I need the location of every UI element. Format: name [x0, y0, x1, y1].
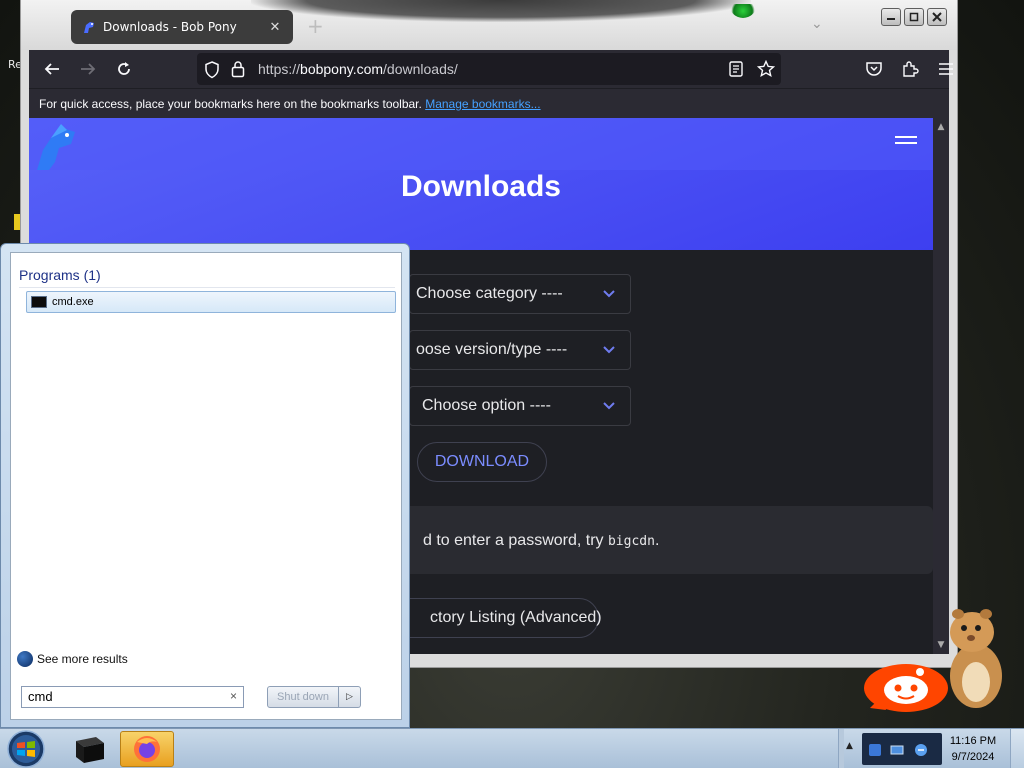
taskbar-terminal-button[interactable] — [62, 731, 116, 767]
list-all-tabs-icon[interactable]: ⌄ — [811, 16, 823, 32]
download-button[interactable]: DOWNLOAD — [417, 442, 547, 482]
bookmark-star-icon[interactable] — [757, 60, 775, 78]
option-select[interactable]: Choose option ---- — [409, 386, 631, 426]
tracking-protection-shield-icon[interactable] — [204, 61, 220, 79]
site-navbar — [29, 118, 933, 170]
scroll-up-icon[interactable]: ▲ — [936, 122, 946, 132]
close-window-button[interactable] — [927, 8, 947, 26]
firefox-icon — [134, 736, 160, 762]
url-host: bobpony.com — [300, 61, 384, 77]
url-path: /downloads/ — [383, 61, 458, 77]
volume-icon[interactable] — [914, 743, 928, 757]
clear-search-icon[interactable]: × — [230, 689, 237, 703]
maximize-button[interactable] — [904, 8, 924, 26]
reload-button[interactable] — [113, 59, 135, 79]
reddit-gadget-icon[interactable] — [862, 658, 950, 714]
new-tab-button[interactable]: + — [307, 14, 324, 38]
category-select-value: Choose category ---- — [416, 285, 563, 302]
url-text[interactable]: https://bobpony.com/downloads/ — [258, 61, 458, 77]
password-note-end: . — [654, 532, 660, 549]
pocket-button[interactable] — [863, 59, 885, 79]
bobpony-favicon-icon — [84, 22, 94, 33]
reload-icon — [118, 62, 130, 75]
search-result-label: cmd.exe — [52, 296, 94, 308]
search-result-cmd[interactable]: cmd.exe — [26, 291, 396, 313]
minimize-icon — [887, 18, 895, 20]
start-search-input[interactable]: cmd × — [21, 686, 244, 708]
reader-view-icon[interactable] — [729, 61, 743, 77]
bookmarks-toolbar: For quick access, place your bookmarks h… — [29, 88, 949, 118]
tray-app-icon[interactable] — [868, 743, 882, 757]
taskbar: ▲ 11:16 PM 9/7/2024 — [0, 728, 1024, 768]
manage-bookmarks-link[interactable]: Manage bookmarks... — [425, 97, 540, 111]
clock-time: 11:16 PM — [949, 735, 997, 747]
chevron-down-icon — [603, 346, 615, 354]
hamburger-menu-icon — [939, 63, 953, 75]
category-select[interactable]: Choose category ---- — [409, 274, 631, 314]
taskbar-firefox-button[interactable] — [120, 731, 174, 767]
page-scrollbar[interactable]: ▲ ▼ — [933, 118, 949, 654]
option-select-value: Choose option ---- — [422, 397, 551, 414]
shut-down-button[interactable]: Shut down — [267, 686, 339, 708]
minimize-button[interactable] — [881, 8, 901, 26]
clock-date: 9/7/2024 — [951, 751, 995, 763]
forward-arrow-icon — [81, 63, 96, 75]
password-note-text: d to enter a password, try — [423, 532, 608, 549]
chevron-down-icon — [603, 402, 615, 410]
network-icon[interactable] — [890, 743, 904, 757]
programs-group-header: Programs (1) — [19, 267, 395, 288]
forward-button[interactable] — [77, 59, 99, 79]
command-prompt-icon — [31, 296, 47, 308]
app-menu-button[interactable] — [935, 59, 957, 79]
pocket-icon — [866, 62, 882, 76]
shut-down-options-button[interactable]: ▷ — [339, 686, 361, 708]
notification-area — [862, 733, 942, 765]
back-arrow-icon — [44, 63, 59, 75]
search-globe-icon — [17, 651, 33, 667]
show-hidden-icons-button[interactable]: ▲ — [846, 741, 856, 753]
restore-icon — [909, 12, 919, 22]
chevron-down-icon — [603, 290, 615, 298]
title-decoration — [251, 0, 757, 22]
password-code: bigcdn — [607, 534, 655, 549]
tab-title: Downloads - Bob Pony — [103, 20, 237, 34]
version-type-select[interactable]: oose version/type ---- — [409, 330, 631, 370]
password-note: d to enter a password, try bigcdn. — [369, 506, 933, 574]
taskbar-clock[interactable]: 11:16 PM 9/7/2024 — [940, 733, 1006, 765]
start-button[interactable] — [4, 729, 50, 768]
taskbar-divider — [838, 729, 844, 768]
tab-close-icon[interactable]: ✕ — [267, 20, 283, 35]
close-icon — [932, 12, 942, 22]
back-button[interactable] — [41, 59, 63, 79]
title-bar[interactable]: Downloads - Bob Pony ✕ + ⌄ — [21, 0, 957, 50]
start-menu: Programs (1) cmd.exe See more results cm… — [0, 243, 410, 728]
start-menu-results-panel: Programs (1) cmd.exe See more results — [10, 252, 402, 720]
puzzle-piece-icon — [903, 61, 919, 77]
see-more-results-label: See more results — [37, 652, 128, 666]
show-desktop-button[interactable] — [1010, 729, 1024, 768]
site-menu-icon[interactable] — [895, 136, 917, 150]
hamster-gadget-icon[interactable] — [938, 606, 1008, 710]
start-search-value: cmd — [28, 689, 53, 704]
terminal-window-icon — [76, 737, 104, 763]
url-scheme: https:// — [258, 61, 301, 77]
bookmarks-toolbar-message: For quick access, place your bookmarks h… — [39, 97, 422, 111]
lock-icon[interactable] — [231, 60, 245, 78]
tab-downloads[interactable]: Downloads - Bob Pony ✕ — [71, 10, 293, 44]
page-title: Downloads — [400, 170, 561, 203]
url-bar[interactable]: https://bobpony.com/downloads/ — [197, 53, 781, 85]
bobpony-logo-icon[interactable] — [31, 122, 81, 172]
see-more-results-link[interactable]: See more results — [17, 651, 128, 667]
version-type-select-value: oose version/type ---- — [416, 341, 568, 358]
navigation-toolbar: https://bobpony.com/downloads/ — [29, 50, 953, 88]
extensions-button[interactable] — [899, 59, 921, 79]
window-controls — [881, 8, 947, 26]
status-light-icon — [729, 4, 757, 18]
page-header: Downloads — [29, 118, 933, 250]
